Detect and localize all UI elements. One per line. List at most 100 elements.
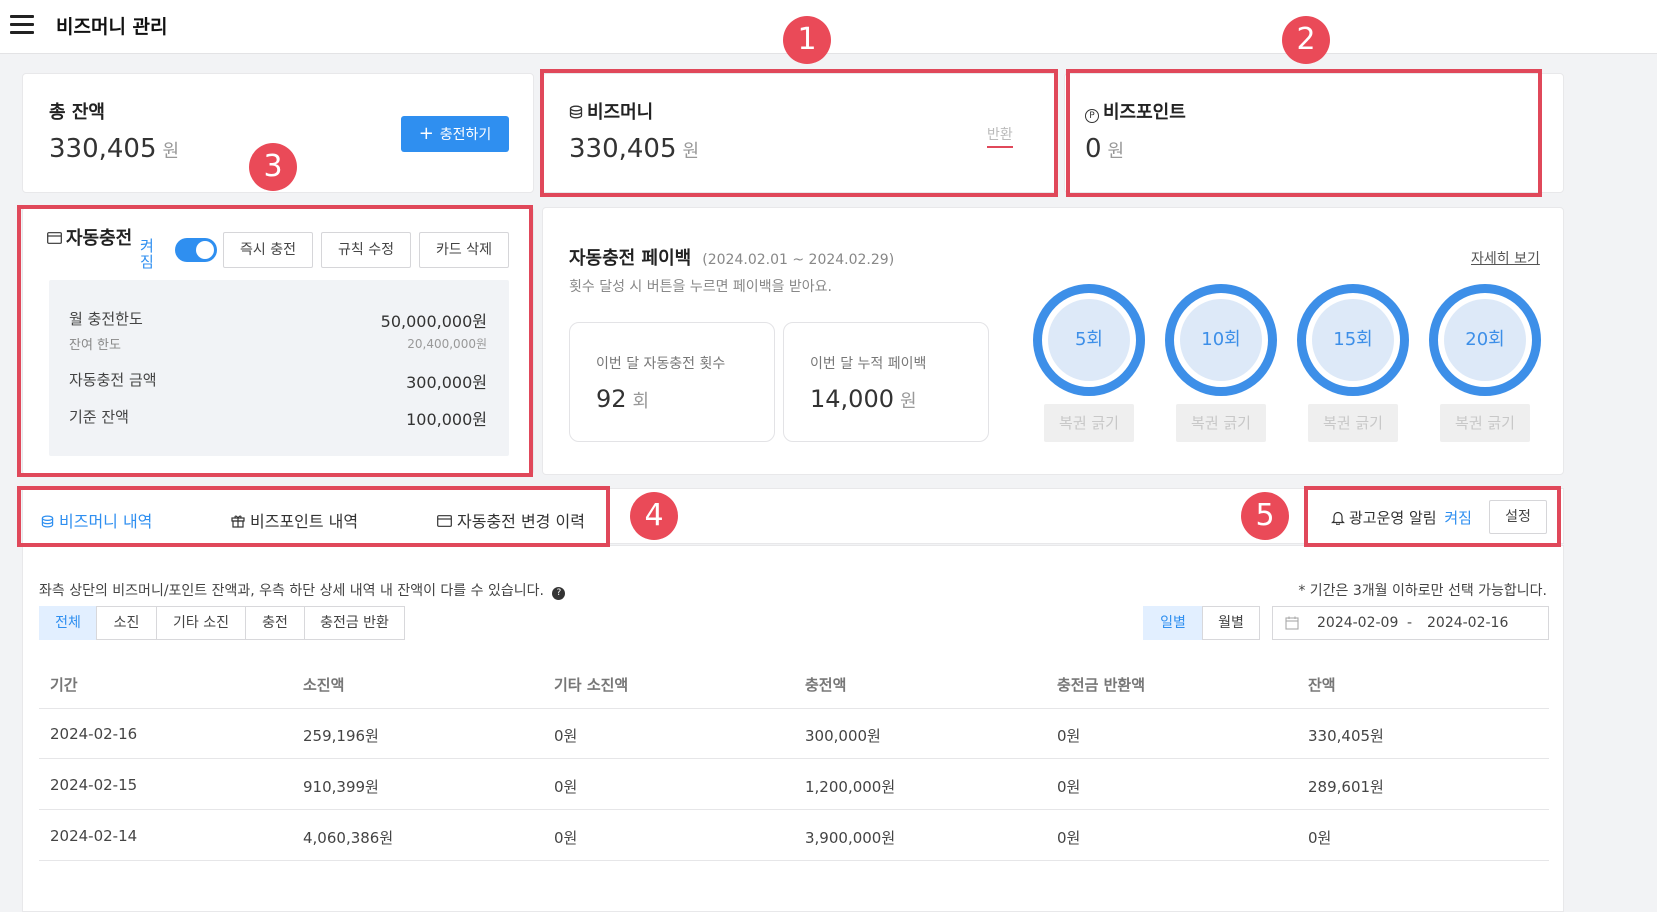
table-header-divider [39, 708, 1549, 709]
charge-button[interactable]: + 충전하기 [401, 116, 509, 152]
row3-spend: 4,060,386원 [303, 829, 394, 847]
milestone-20-scratch-button[interactable]: 복권 긁기 [1440, 404, 1530, 442]
bell-icon [1331, 511, 1345, 526]
refund-link[interactable]: 반환 [987, 124, 1013, 148]
coin-stack-icon [41, 515, 54, 528]
autocharge-count-wrap: 92 회 [596, 385, 649, 413]
delete-card-button[interactable]: 카드 삭제 [419, 232, 509, 268]
remaining-limit-value: 20,400,000원 [407, 337, 487, 351]
instant-charge-button[interactable]: 즉시 충전 [223, 232, 313, 268]
view-daily[interactable]: 일별 [1143, 606, 1203, 640]
autocharge-status: 켜짐 [140, 237, 154, 271]
milestone-20-label: 20회 [1444, 299, 1526, 381]
row3-other-spend: 0원 [554, 829, 578, 847]
balance-notice: 좌측 상단의 비즈머니/포인트 잔액과, 우측 하단 상세 내역 내 잔액이 다… [39, 580, 566, 600]
row2-spend: 910,399원 [303, 778, 379, 796]
total-balance-amount-wrap: 330,405 원 [49, 134, 179, 164]
annotation-marker-4: 4 [630, 492, 678, 540]
bizpoint-amount-wrap: 0원 [1085, 134, 1124, 164]
tab-bizmoney-history[interactable]: 비즈머니 내역 [41, 508, 152, 532]
date-range-picker[interactable]: 2024-02-09 - 2024-02-16 [1272, 606, 1549, 640]
milestone-20-circle: 20회 [1429, 284, 1541, 396]
milestone-10-scratch-button[interactable]: 복권 긁기 [1176, 404, 1266, 442]
view-monthly[interactable]: 월별 [1202, 606, 1260, 640]
base-balance-value: 100,000원 [406, 410, 487, 429]
row2-balance: 289,601원 [1308, 778, 1384, 796]
tab-bizmoney-history-label: 비즈머니 내역 [59, 512, 153, 531]
tab-autocharge-history[interactable]: 자동충전 변경 이력 [437, 508, 585, 532]
filter-refund[interactable]: 충전금 반환 [304, 606, 405, 640]
payback-total-wrap: 14,000 원 [810, 385, 917, 413]
filter-charge[interactable]: 충전 [245, 606, 305, 640]
autocharge-count-value: 92 [596, 385, 627, 413]
base-balance-label: 기준 잔액 [69, 408, 129, 426]
balance-notice-text: 좌측 상단의 비즈머니/포인트 잔액과, 우측 하단 상세 내역 내 잔액이 다… [39, 583, 544, 599]
page-title: 비즈머니 관리 [56, 16, 168, 38]
payback-title: 자동충전 페이백 [569, 248, 692, 269]
bizmoney-label: 비즈머니 [587, 102, 654, 123]
total-balance-label: 총 잔액 [49, 102, 105, 123]
autocharge-toggle[interactable] [175, 238, 217, 262]
tab-autocharge-history-label: 자동충전 변경 이력 [457, 512, 585, 531]
payback-total-label: 이번 달 누적 페이백 [810, 356, 927, 372]
row3-charge: 3,900,000원 [805, 829, 896, 847]
bizpoint-amount: 0 [1085, 134, 1102, 164]
bizmoney-unit: 원 [682, 141, 700, 162]
row2-other-spend: 0원 [554, 778, 578, 796]
milestone-10-label: 10회 [1180, 299, 1262, 381]
milestone-15-scratch-button[interactable]: 복권 긁기 [1308, 404, 1398, 442]
row2-period: 2024-02-15 [50, 776, 138, 794]
tab-bizpoint-history-label: 비즈포인트 내역 [250, 512, 359, 531]
filter-other-spend[interactable]: 기타 소진 [156, 606, 246, 640]
autocharge-count-card: 이번 달 자동충전 횟수 92 회 [569, 322, 775, 442]
bizpoint-card: P 비즈포인트 0원 [1064, 73, 1564, 193]
date-to[interactable]: 2024-02-16 [1427, 615, 1508, 631]
help-icon[interactable]: ? [552, 587, 566, 600]
monthly-limit-label: 월 충전한도 [69, 310, 143, 328]
hamburger-menu-icon[interactable] [10, 15, 34, 35]
monthly-limit-value: 50,000,000원 [380, 312, 487, 331]
milestone-5-label: 5회 [1048, 299, 1130, 381]
annotation-marker-1: 1 [783, 16, 831, 64]
row1-refund: 0원 [1057, 727, 1081, 745]
milestone-5-circle: 5회 [1033, 284, 1145, 396]
charge-button-label: 충전하기 [439, 127, 492, 143]
row1-other-spend: 0원 [554, 727, 578, 745]
payback-description: 횟수 달성 시 버튼을 누르면 페이백을 받아요. [569, 279, 832, 295]
row-divider [39, 758, 1549, 759]
payback-total-unit: 원 [899, 391, 917, 412]
card-icon [437, 515, 452, 527]
card-icon [47, 232, 62, 244]
history-panel: 좌측 상단의 비즈머니/포인트 잔액과, 우측 하단 상세 내역 내 잔액이 다… [22, 545, 1564, 912]
row2-refund: 0원 [1057, 778, 1081, 796]
milestone-10-circle: 10회 [1165, 284, 1277, 396]
ad-alert-wrap: 광고운영 알림 켜짐 [1331, 507, 1472, 528]
row-divider [39, 860, 1549, 861]
date-from[interactable]: 2024-02-09 [1317, 615, 1398, 631]
milestone-5-scratch-button[interactable]: 복권 긁기 [1044, 404, 1134, 442]
col-balance: 잔액 [1308, 676, 1336, 694]
filter-all[interactable]: 전체 [39, 606, 97, 640]
alert-settings-button[interactable]: 설정 [1489, 500, 1547, 534]
bizpoint-label: 비즈포인트 [1103, 102, 1186, 123]
row3-balance: 0원 [1308, 829, 1332, 847]
period-note: * 기간은 3개월 이하로만 선택 가능합니다. [1298, 583, 1547, 599]
col-charge: 충전액 [805, 676, 847, 694]
bizpoint-title: P 비즈포인트 [1085, 98, 1186, 124]
bizmoney-title: 비즈머니 [569, 98, 653, 124]
payback-detail-link[interactable]: 자세히 보기 [1471, 248, 1540, 268]
history-tabs-bar: 비즈머니 내역 비즈포인트 내역 자동충전 변경 이력 광고운영 알림 켜짐 설… [22, 488, 1564, 544]
filter-spend[interactable]: 소진 [96, 606, 157, 640]
ad-alert-status: 켜짐 [1444, 509, 1472, 527]
tab-bizpoint-history[interactable]: 비즈포인트 내역 [231, 508, 358, 532]
annotation-marker-2: 2 [1282, 16, 1330, 64]
row1-charge: 300,000원 [805, 727, 881, 745]
edit-rule-button[interactable]: 규칙 수정 [321, 232, 411, 268]
col-other-spend: 기타 소진액 [554, 676, 629, 694]
payback-period: (2024.02.01 ~ 2024.02.29) [702, 252, 895, 268]
row3-refund: 0원 [1057, 829, 1081, 847]
milestone-15-circle: 15회 [1297, 284, 1409, 396]
autocharge-card: 자동충전 켜짐 즉시 충전 규칙 수정 카드 삭제 월 충전한도 50,000,… [22, 207, 534, 475]
row1-balance: 330,405원 [1308, 727, 1384, 745]
ad-alert-label: 광고운영 알림 [1349, 509, 1437, 527]
